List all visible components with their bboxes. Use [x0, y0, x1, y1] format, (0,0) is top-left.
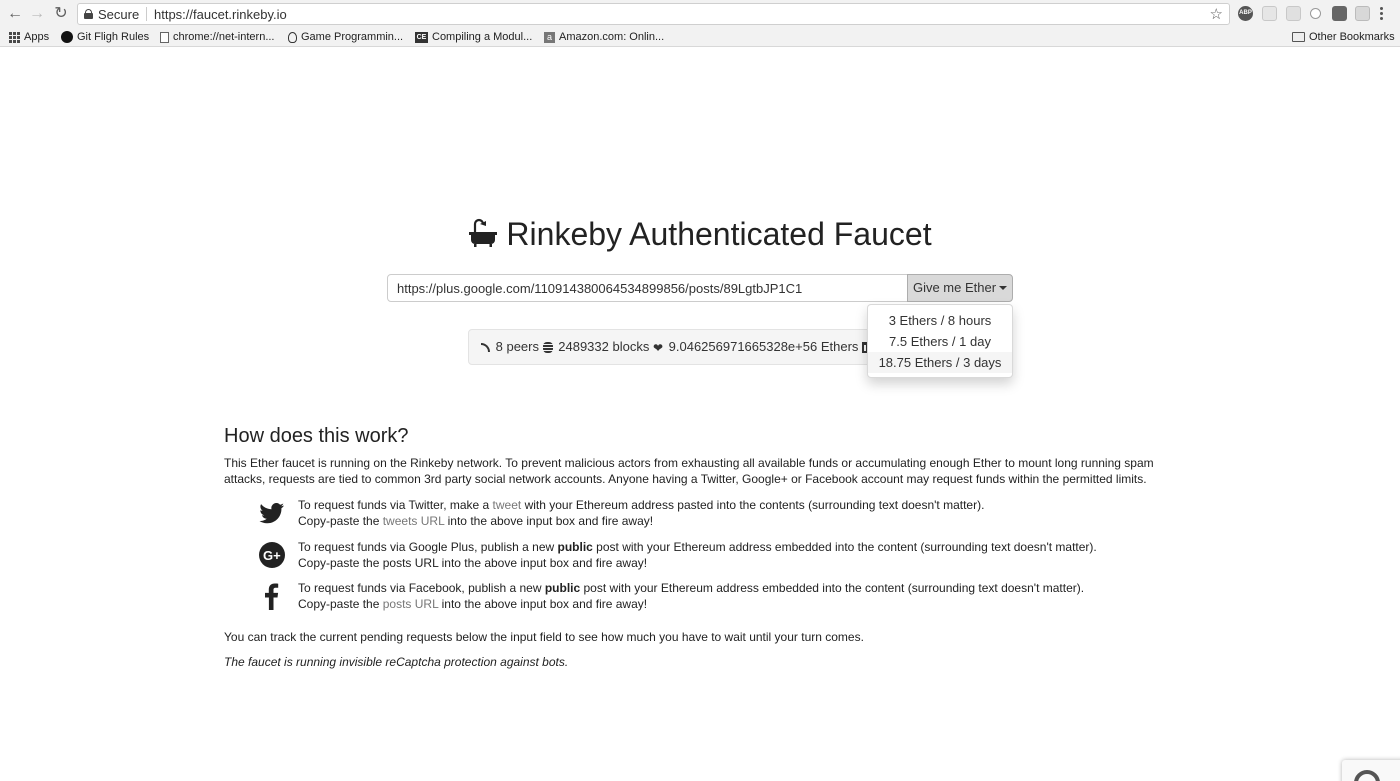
bookmark-label: chrome://net-intern... — [173, 31, 275, 43]
text-span: Copy-paste the — [298, 597, 383, 611]
adblock-plus-icon[interactable]: ABP — [1238, 6, 1253, 21]
facebook-method: To request funds via Facebook, publish a… — [258, 580, 1138, 616]
other-bookmarks[interactable]: Other Bookmarks — [1292, 30, 1395, 45]
google-plus-icon: G+ — [259, 542, 285, 568]
lightbulb-icon — [288, 31, 297, 43]
database-icon — [542, 342, 553, 354]
page-title-text: Rinkeby Authenticated Faucet — [506, 216, 932, 252]
lock-icon — [84, 9, 93, 19]
how-section-title: How does this work? — [224, 425, 409, 447]
twitter-icon — [259, 502, 284, 524]
dropdown-option-3-days[interactable]: 18.75 Ethers / 3 days — [868, 352, 1012, 373]
page-title: Rinkeby Authenticated Faucet — [0, 216, 1400, 253]
text-span: into the above input box and fire away! — [438, 597, 648, 611]
text-span: into the above input box and fire away! — [444, 514, 654, 528]
tweets-url-link[interactable]: tweets URL — [383, 514, 445, 528]
reload-icon[interactable]: ↻ — [52, 5, 70, 23]
browser-menu-icon[interactable] — [1380, 7, 1384, 21]
text-span: Copy-paste the — [298, 514, 383, 528]
heartbeat-icon: ❤ — [652, 340, 664, 355]
bookmark-label: Game Programmin... — [301, 31, 404, 43]
blocks-stat: 2489332 blocks — [558, 339, 650, 354]
recaptcha-icon — [1354, 770, 1380, 781]
bookmark-label: Apps — [24, 31, 50, 43]
ce-icon: CE — [415, 31, 428, 43]
twitter-instructions: To request funds via Twitter, make a twe… — [298, 497, 984, 529]
rss-icon — [481, 343, 490, 353]
text-span: Copy-paste the posts URL into the above … — [298, 556, 648, 570]
bookmarks-bar: Apps Git Fligh Rules chrome://net-intern… — [0, 28, 1400, 47]
url-text[interactable]: https://faucet.rinkeby.io — [154, 7, 287, 22]
bookmark-label: Amazon.com: Onlin... — [559, 31, 665, 43]
page-icon — [160, 31, 169, 43]
peers-stat: 8 peers — [495, 339, 539, 354]
text-span: with your Ethereum address pasted into t… — [521, 498, 985, 512]
bookmark-label: Compiling a Modul... — [432, 31, 533, 43]
caret-down-icon — [999, 286, 1008, 290]
bookmark-apps[interactable]: Apps — [9, 30, 49, 45]
secure-label: Secure — [98, 7, 140, 22]
post-url-input[interactable] — [387, 274, 908, 302]
address-bar[interactable]: Secure https://faucet.rinkeby.io ☆ — [77, 3, 1230, 25]
network-stats: 8 peers 2489332 blocks ❤ 9.0462569716653… — [468, 329, 878, 365]
bookmark-star-icon[interactable]: ☆ — [1210, 5, 1223, 23]
give-me-ether-label: Give me Ether — [912, 280, 997, 295]
google-plus-method: G+ To request funds via Google Plus, pub… — [258, 539, 1138, 575]
extension-icon[interactable] — [1332, 6, 1347, 21]
dropdown-option-1-day[interactable]: 7.5 Ethers / 1 day — [868, 331, 1012, 352]
facebook-icon — [265, 583, 279, 610]
extension-icon[interactable] — [1286, 6, 1301, 21]
bookmark-amazon[interactable]: a Amazon.com: Onlin... — [544, 30, 664, 45]
facebook-instructions: To request funds via Facebook, publish a… — [298, 580, 1084, 612]
track-requests-text: You can track the current pending reques… — [224, 630, 864, 644]
forward-icon[interactable]: → — [28, 5, 46, 23]
recaptcha-note: The faucet is running invisible reCaptch… — [224, 655, 569, 669]
browser-toolbar: ← → ↻ Secure https://faucet.rinkeby.io ☆… — [0, 0, 1400, 28]
extension-icon[interactable] — [1310, 8, 1321, 19]
give-me-ether-button[interactable]: Give me Ether — [907, 274, 1013, 302]
bookmark-game-programming[interactable]: Game Programmin... — [288, 30, 403, 45]
text-span: To request funds via Twitter, make a — [298, 498, 493, 512]
svg-text:G+: G+ — [263, 548, 281, 563]
ethers-stat: 9.046256971665328e+56 Ethers — [668, 339, 859, 354]
twitter-method: To request funds via Twitter, make a twe… — [258, 497, 1138, 533]
omnibox-divider — [146, 7, 147, 21]
extension-icon[interactable] — [1262, 6, 1277, 21]
recaptcha-badge[interactable] — [1342, 760, 1400, 781]
bookmark-label: Git Fligh Rules — [77, 31, 150, 43]
folder-icon — [1292, 32, 1305, 43]
amazon-icon: a — [544, 31, 555, 43]
text-span: To request funds via Google Plus, publis… — [298, 540, 558, 554]
tweet-link[interactable]: tweet — [493, 498, 522, 512]
ether-amount-dropdown: 3 Ethers / 8 hours 7.5 Ethers / 1 day 18… — [867, 304, 1013, 378]
google-plus-instructions: To request funds via Google Plus, publis… — [298, 539, 1097, 571]
posts-url-link[interactable]: posts URL — [383, 597, 439, 611]
github-icon — [61, 31, 73, 44]
extension-icon[interactable] — [1355, 6, 1370, 21]
bath-icon — [469, 218, 498, 247]
apps-grid-icon — [9, 31, 20, 43]
other-bookmarks-label: Other Bookmarks — [1309, 31, 1395, 43]
dropdown-option-8-hours[interactable]: 3 Ethers / 8 hours — [868, 310, 1012, 331]
text-span: post with your Ethereum address embedded… — [592, 540, 1097, 554]
bookmark-net-internals[interactable]: chrome://net-intern... — [160, 30, 275, 45]
text-span: public — [557, 540, 593, 554]
text-span: public — [544, 581, 581, 595]
text-span: post with your Ethereum address embedded… — [580, 581, 1085, 595]
how-intro-text: This Ether faucet is running on the Rink… — [224, 456, 1154, 486]
bookmark-git-flight-rules[interactable]: Git Fligh Rules — [61, 30, 149, 45]
text-span: To request funds via Facebook, publish a… — [298, 581, 545, 595]
back-icon[interactable]: ← — [6, 5, 24, 23]
bookmark-compiling-module[interactable]: CE Compiling a Modul... — [415, 30, 532, 45]
